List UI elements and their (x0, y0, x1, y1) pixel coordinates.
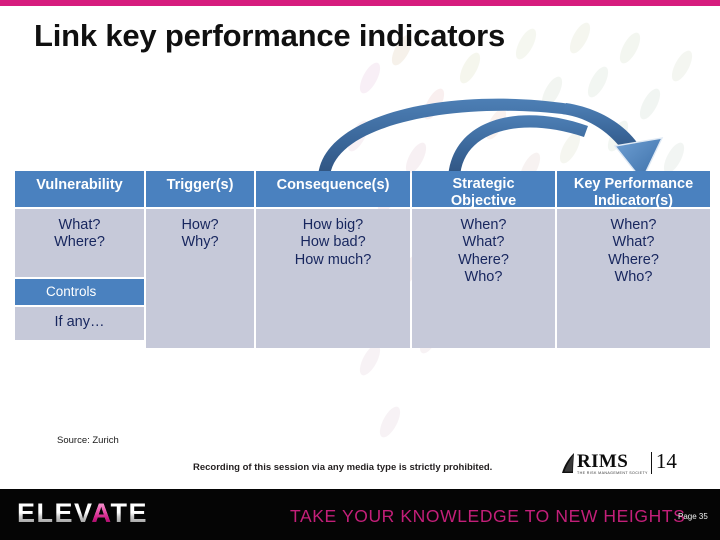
elevate-logo: ELEVATE (17, 500, 148, 527)
elevate-suffix: TE (110, 498, 149, 528)
cell-line: What? (612, 234, 655, 251)
table-cell-vulnerability: What? Where? Controls If any… (15, 209, 144, 348)
cell-line: How big? (302, 217, 364, 233)
recording-notice: Recording of this session via any media … (193, 462, 493, 473)
cell-line: Where? (458, 251, 509, 268)
slide-canvas: Link key performance indicators Vulnerab… (0, 0, 720, 540)
arrow-path-descent (562, 103, 642, 158)
table-header-kpi: Key Performance Indicator(s) (557, 171, 710, 209)
header-line: Strategic (452, 176, 515, 192)
footer-tagline: TAKE YOUR KNOWLEDGE TO NEW HEIGHTS (290, 506, 686, 526)
header-cell-inner: Strategic Objective (412, 171, 555, 209)
table-cell-strategic-objective: When? What? Where? Who? (412, 209, 555, 348)
rims-divider (650, 452, 652, 474)
curved-arrow-group (318, 98, 664, 180)
header-line: Trigger(s) (166, 177, 234, 193)
controls-note: If any… (15, 307, 144, 340)
rims-tagline: THE RISK MANAGEMENT SOCIETY (577, 471, 648, 475)
table-header-strategic-objective: Strategic Objective (412, 171, 555, 209)
table-header-row: Vulnerability Trigger(s) Consequence(s) … (15, 171, 710, 209)
table-cell-triggers: How? Why? (146, 209, 254, 348)
cell-line: How much? (294, 251, 372, 268)
cell-line: How? (181, 217, 219, 233)
top-accent-rule (0, 0, 720, 6)
rims-wordmark: RIMS (577, 451, 629, 472)
page-number: Page 35 (678, 512, 708, 521)
elevate-prefix: ELEV (17, 498, 92, 528)
kpi-table: Vulnerability Trigger(s) Consequence(s) … (13, 169, 712, 350)
header-cell-inner: Key Performance Indicator(s) (557, 171, 710, 209)
cell-line: What? (58, 217, 101, 233)
vulnerability-questions: What? Where? (15, 209, 144, 277)
table-row: What? Where? Controls If any… How? Why? (15, 209, 710, 348)
table-header-consequences: Consequence(s) (256, 171, 410, 207)
cell-line: What? (462, 234, 505, 251)
rims-sail-icon (562, 453, 574, 473)
header-line: Vulnerability (36, 177, 123, 193)
cell-line: When? (610, 217, 657, 233)
table-cell-kpi: When? What? Where? Who? (557, 209, 710, 348)
table-cell-consequences: How big? How bad? How much? (256, 209, 410, 348)
rims-year: 14 (655, 449, 677, 473)
header-cell-inner: Consequence(s) (256, 171, 410, 207)
elevate-apex-a: A (91, 498, 111, 528)
rims-wordblock: RIMS THE RISK MANAGEMENT SOCIETY (577, 452, 648, 476)
header-line: Consequence(s) (276, 177, 390, 193)
cell-line: Where? (608, 251, 659, 268)
triggers-questions: How? Why? (146, 209, 254, 348)
cell-line: When? (460, 217, 507, 233)
cell-line: Why? (181, 234, 219, 251)
header-cell-inner: Vulnerability (15, 171, 144, 207)
cell-line: Who? (464, 269, 503, 286)
header-cell-inner: Trigger(s) (146, 171, 254, 207)
kpi-questions: When? What? Where? Who? (557, 209, 710, 348)
header-line: Indicator(s) (594, 192, 673, 209)
cell-line: Where? (54, 234, 105, 251)
header-line: Objective (450, 192, 517, 209)
consequences-questions: How big? How bad? How much? (256, 209, 410, 348)
page-title: Link key performance indicators (34, 18, 506, 53)
table-header-triggers: Trigger(s) (146, 171, 254, 207)
cell-line: How bad? (300, 234, 366, 251)
cell-line: Who? (614, 269, 653, 286)
controls-label: Controls (15, 279, 144, 305)
source-note: Source: Zurich (57, 435, 119, 446)
strategic-objective-questions: When? What? Where? Who? (412, 209, 555, 348)
arrow-path-long (318, 98, 570, 178)
header-line: Key Performance (573, 176, 694, 192)
rims-logo: RIMS THE RISK MANAGEMENT SOCIETY 14 (561, 451, 677, 480)
table-header-vulnerability: Vulnerability (15, 171, 144, 207)
